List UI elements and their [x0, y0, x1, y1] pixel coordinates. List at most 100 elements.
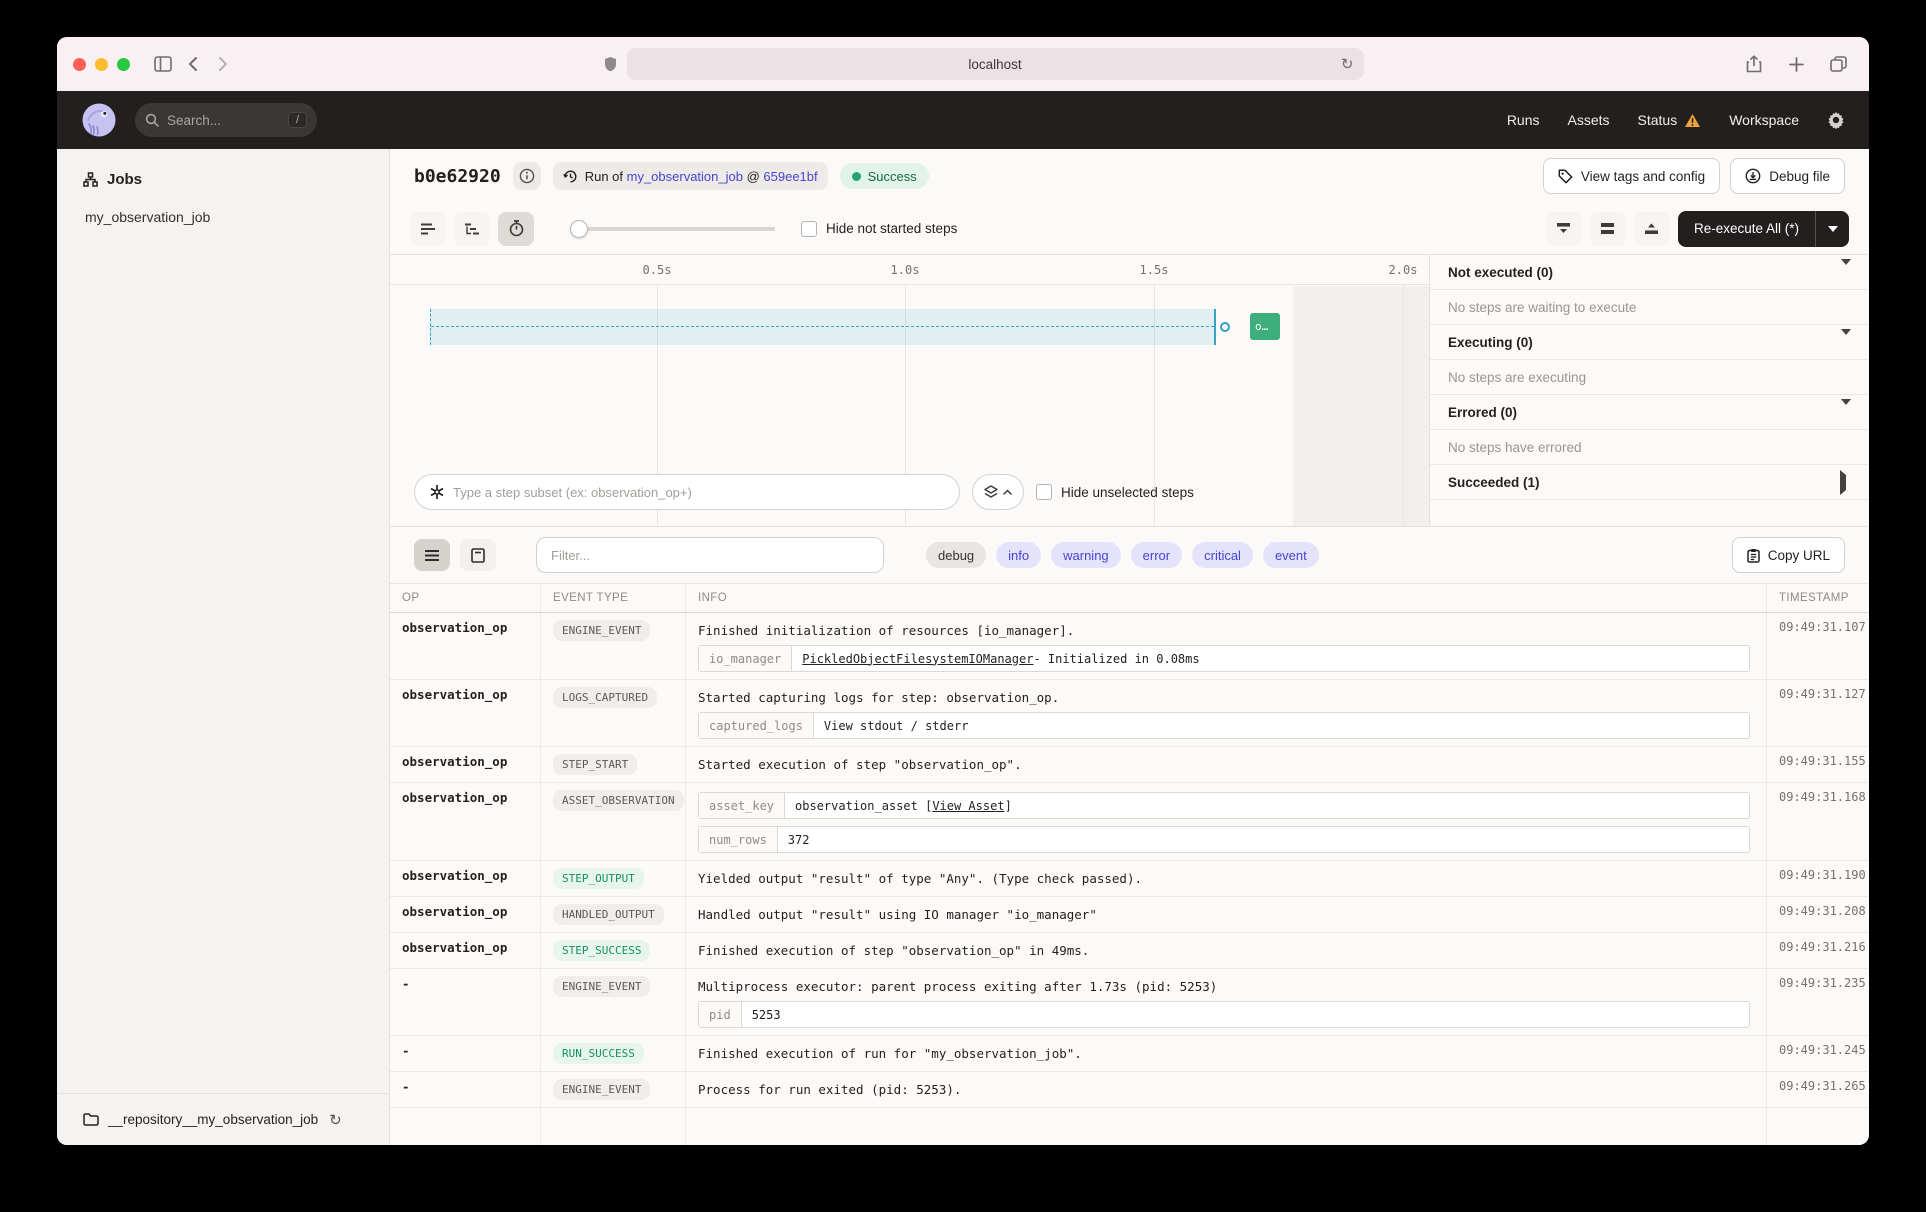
log-filter-input[interactable]	[536, 537, 884, 573]
job-link[interactable]: my_observation_job	[627, 169, 743, 184]
log-toolbar: debug info warning error critical event …	[390, 527, 1869, 583]
timed-view-icon[interactable]	[498, 212, 534, 246]
section-errored[interactable]: Errored (0)	[1430, 395, 1869, 430]
table-row[interactable]: observation_op ENGINE_EVENT Finished ini…	[390, 613, 1869, 680]
split-view-icon[interactable]	[1590, 212, 1626, 246]
hide-unselected-checkbox[interactable]: Hide unselected steps	[1036, 484, 1194, 500]
level-chip-warning[interactable]: warning	[1051, 542, 1121, 568]
flat-view-icon[interactable]	[410, 212, 446, 246]
view-tags-config-button[interactable]: View tags and config	[1543, 158, 1720, 194]
nav-runs[interactable]: Runs	[1507, 112, 1540, 128]
url-bar[interactable]: localhost ↻	[627, 48, 1364, 80]
search-shortcut-kbd: /	[288, 112, 307, 128]
chevron-down-icon	[1841, 259, 1851, 285]
history-icon	[563, 169, 578, 184]
url-text: localhost	[968, 57, 1021, 72]
log-structured-view-icon[interactable]	[460, 539, 496, 571]
reload-repository-icon[interactable]: ↻	[329, 1111, 342, 1129]
table-row[interactable]: - RUN_SUCCESS Finished execution of run …	[390, 1036, 1869, 1072]
col-info: INFO	[685, 584, 1766, 612]
nav-status[interactable]: Status	[1638, 112, 1702, 128]
step-subset-input[interactable]	[453, 485, 945, 500]
section-not-executed[interactable]: Not executed (0)	[1430, 255, 1869, 290]
table-row[interactable]: observation_op STEP_START Started execut…	[390, 747, 1869, 783]
checkbox-icon[interactable]	[801, 221, 817, 237]
nav-workspace[interactable]: Workspace	[1729, 112, 1799, 128]
event-type-badge: ENGINE_EVENT	[553, 976, 650, 997]
level-chip-error[interactable]: error	[1131, 542, 1182, 568]
debug-file-button[interactable]: Debug file	[1730, 158, 1845, 194]
graph-query-toggle-button[interactable]	[972, 474, 1024, 510]
commit-link[interactable]: 659ee1bf	[763, 169, 817, 184]
jobs-sidebar: Jobs my_observation_job __repository__my…	[57, 149, 390, 1145]
table-row[interactable]: observation_op STEP_SUCCESS Finished exe…	[390, 933, 1869, 969]
table-row[interactable]: observation_op HANDLED_OUTPUT Handled ou…	[390, 897, 1869, 933]
slider-knob[interactable]	[570, 220, 588, 238]
info-icon[interactable]	[513, 162, 541, 190]
waterfall-view-icon[interactable]	[454, 212, 490, 246]
hide-not-started-checkbox[interactable]: Hide not started steps	[801, 221, 957, 237]
reexecute-all-button[interactable]: Re-execute All (*)	[1678, 211, 1815, 247]
copy-url-button[interactable]: Copy URL	[1732, 537, 1845, 573]
reload-icon[interactable]: ↻	[1341, 55, 1354, 73]
table-row[interactable]: observation_op ASSET_OBSERVATION asset_k…	[390, 783, 1869, 861]
section-executing[interactable]: Executing (0)	[1430, 325, 1869, 360]
collapse-bottom-icon[interactable]	[1546, 212, 1582, 246]
global-search[interactable]: Search... /	[135, 103, 317, 137]
shield-icon[interactable]	[604, 56, 617, 72]
table-row[interactable]: observation_op STEP_OUTPUT Yielded outpu…	[390, 861, 1869, 897]
step-duration-band	[430, 309, 1216, 345]
level-chip-critical[interactable]: critical	[1192, 542, 1253, 568]
sidebar-toggle-icon[interactable]	[148, 49, 178, 79]
table-header: OP EVENT TYPE INFO TIMESTAMP	[390, 583, 1869, 613]
nav-assets[interactable]: Assets	[1568, 112, 1610, 128]
step-marker-dot[interactable]	[1220, 322, 1230, 332]
event-type-badge: STEP_START	[553, 754, 637, 775]
checkbox-icon[interactable]	[1036, 484, 1052, 500]
level-chip-debug[interactable]: debug	[926, 542, 986, 568]
table-row[interactable]: - ENGINE_EVENT Multiprocess executor: pa…	[390, 969, 1869, 1036]
table-row[interactable]: - ENGINE_EVENT Process for run exited (p…	[390, 1072, 1869, 1108]
run-of-tag[interactable]: Run of my_observation_job @ 659ee1bf	[553, 162, 828, 190]
share-icon[interactable]	[1739, 49, 1769, 79]
dagster-logo[interactable]	[81, 102, 117, 138]
sidebar-title: Jobs	[107, 171, 142, 188]
new-tab-icon[interactable]	[1781, 49, 1811, 79]
app-header: Search... / Runs Assets Status Workspace	[57, 91, 1869, 149]
collapse-top-icon[interactable]	[1634, 212, 1670, 246]
search-icon	[145, 113, 159, 127]
level-chip-info[interactable]: info	[996, 542, 1041, 568]
io-manager-link[interactable]: PickledObjectFilesystemIOManager	[802, 652, 1033, 666]
repository-name[interactable]: __repository__my_observation_job	[108, 1112, 318, 1127]
gantt-chart: 0.5s 1.0s 1.5s 2.0s o…	[390, 255, 1429, 526]
chevron-right-icon	[1840, 470, 1851, 495]
close-window-button[interactable]	[73, 58, 86, 71]
settings-gear-icon[interactable]	[1827, 111, 1845, 129]
table-row[interactable]: observation_op LOGS_CAPTURED Started cap…	[390, 680, 1869, 747]
tick-label: 1.0s	[891, 263, 920, 277]
step-status-panel: Not executed (0) No steps are waiting to…	[1429, 255, 1869, 526]
section-succeeded[interactable]: Succeeded (1)	[1430, 465, 1869, 500]
minimize-window-button[interactable]	[95, 58, 108, 71]
folder-icon	[83, 1113, 99, 1126]
gantt-axis: 0.5s 1.0s 1.5s 2.0s	[390, 255, 1429, 285]
tag-icon	[1558, 169, 1573, 184]
view-asset-link[interactable]: View Asset	[932, 799, 1004, 813]
sidebar-item-job[interactable]: my_observation_job	[57, 202, 389, 232]
captured-logs-value[interactable]: View stdout / stderr	[814, 713, 979, 738]
tick-label: 0.5s	[643, 263, 672, 277]
level-chip-event[interactable]: event	[1263, 542, 1319, 568]
log-list-view-icon[interactable]	[414, 539, 450, 571]
event-type-badge: RUN_SUCCESS	[553, 1043, 644, 1064]
browser-chrome: localhost ↻	[57, 37, 1869, 91]
reexecute-dropdown-button[interactable]	[1815, 211, 1849, 247]
zoom-window-button[interactable]	[117, 58, 130, 71]
reexecute-button-group: Re-execute All (*)	[1678, 211, 1849, 247]
zoom-slider[interactable]	[570, 220, 775, 238]
clipboard-icon	[1747, 548, 1760, 563]
step-bar-observation-op[interactable]: o…	[1250, 313, 1280, 340]
gantt-after-run-region	[1293, 286, 1429, 526]
back-button[interactable]	[178, 49, 208, 79]
forward-button[interactable]	[208, 49, 238, 79]
tab-overview-icon[interactable]	[1823, 49, 1853, 79]
